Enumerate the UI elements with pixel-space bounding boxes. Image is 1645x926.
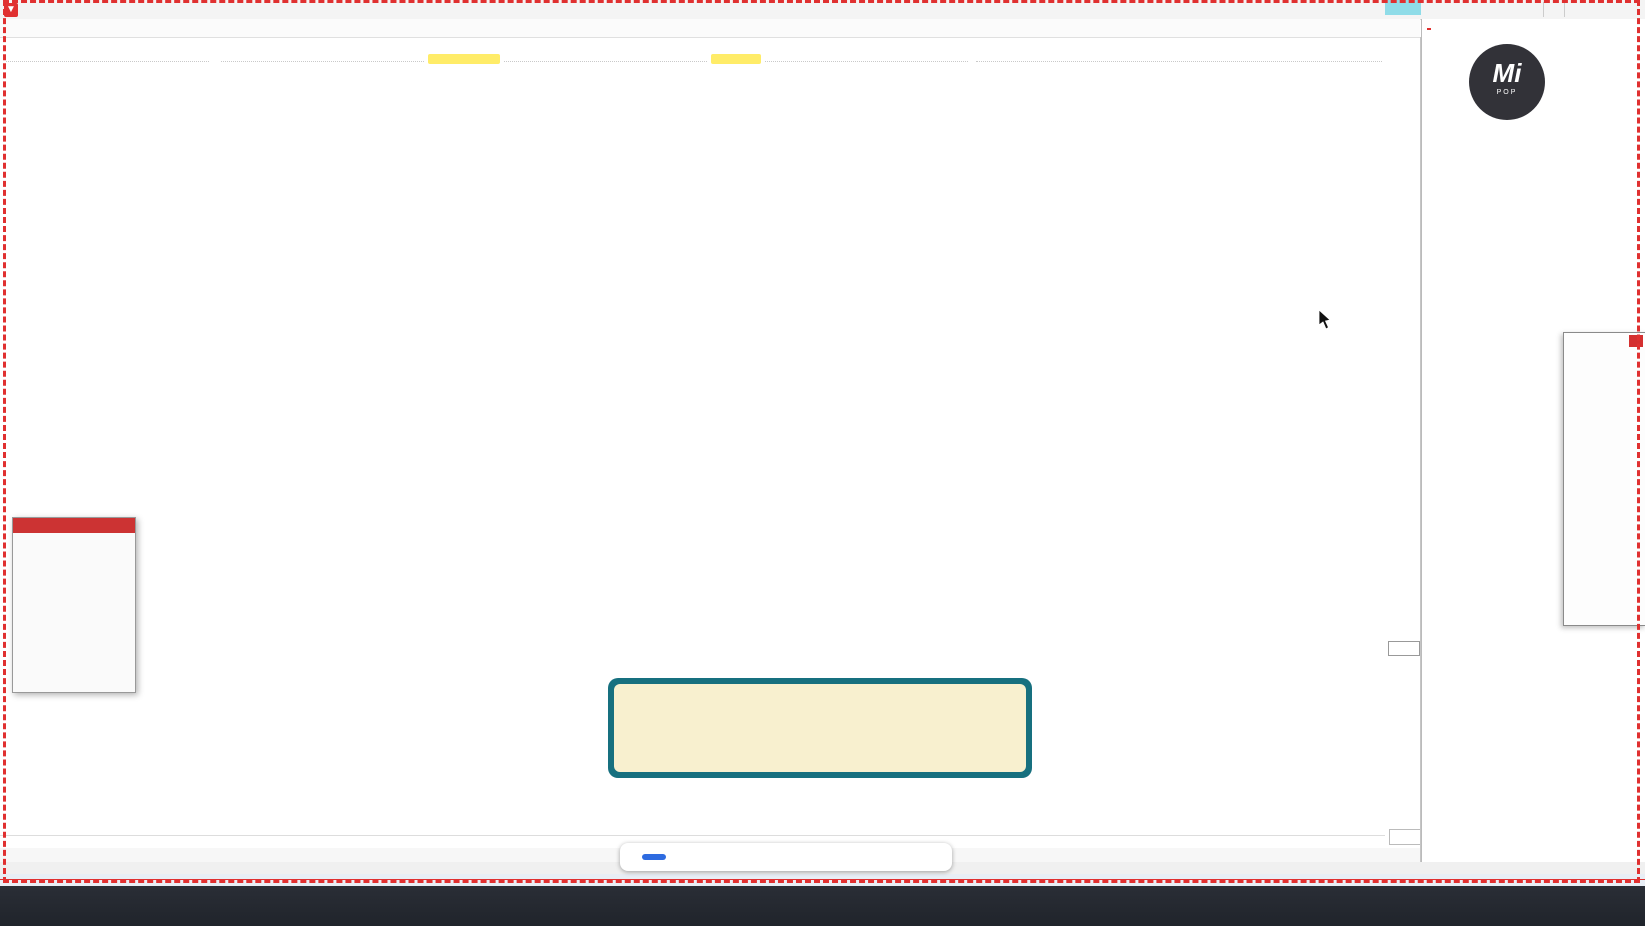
margin-badge xyxy=(1427,28,1431,30)
quote-symbol xyxy=(1427,21,1439,37)
volume-header xyxy=(10,482,50,494)
index-ticker xyxy=(0,874,1645,886)
ticker-strike-line xyxy=(0,879,1645,880)
screen-share-bar xyxy=(620,843,952,871)
popup-titlebar[interactable] xyxy=(13,518,135,533)
kline-data-popup xyxy=(12,517,136,693)
period-toolbar xyxy=(0,19,1420,38)
tdx-logo-icon: ▼ xyxy=(4,2,18,17)
tdx-terminal-window: ▼ Mi POP xyxy=(0,0,1645,926)
period-badge xyxy=(1389,829,1421,845)
macd-header xyxy=(137,650,157,662)
mi-pop-watermark: Mi POP xyxy=(1469,44,1545,120)
mouse-cursor xyxy=(1318,310,1331,330)
cursor-price-tag xyxy=(1385,0,1421,15)
close-icon[interactable] xyxy=(1629,335,1643,347)
stop-sharing-button[interactable] xyxy=(642,854,666,860)
app-logo[interactable]: ▼ xyxy=(4,2,22,17)
drawing-toolbar xyxy=(1563,332,1645,626)
vol-multiplier xyxy=(1388,641,1420,656)
disclaimer-dialog xyxy=(608,678,1032,778)
dialog-inner xyxy=(614,684,1026,772)
taskbar xyxy=(0,886,1645,926)
clock-top xyxy=(1543,2,1565,17)
